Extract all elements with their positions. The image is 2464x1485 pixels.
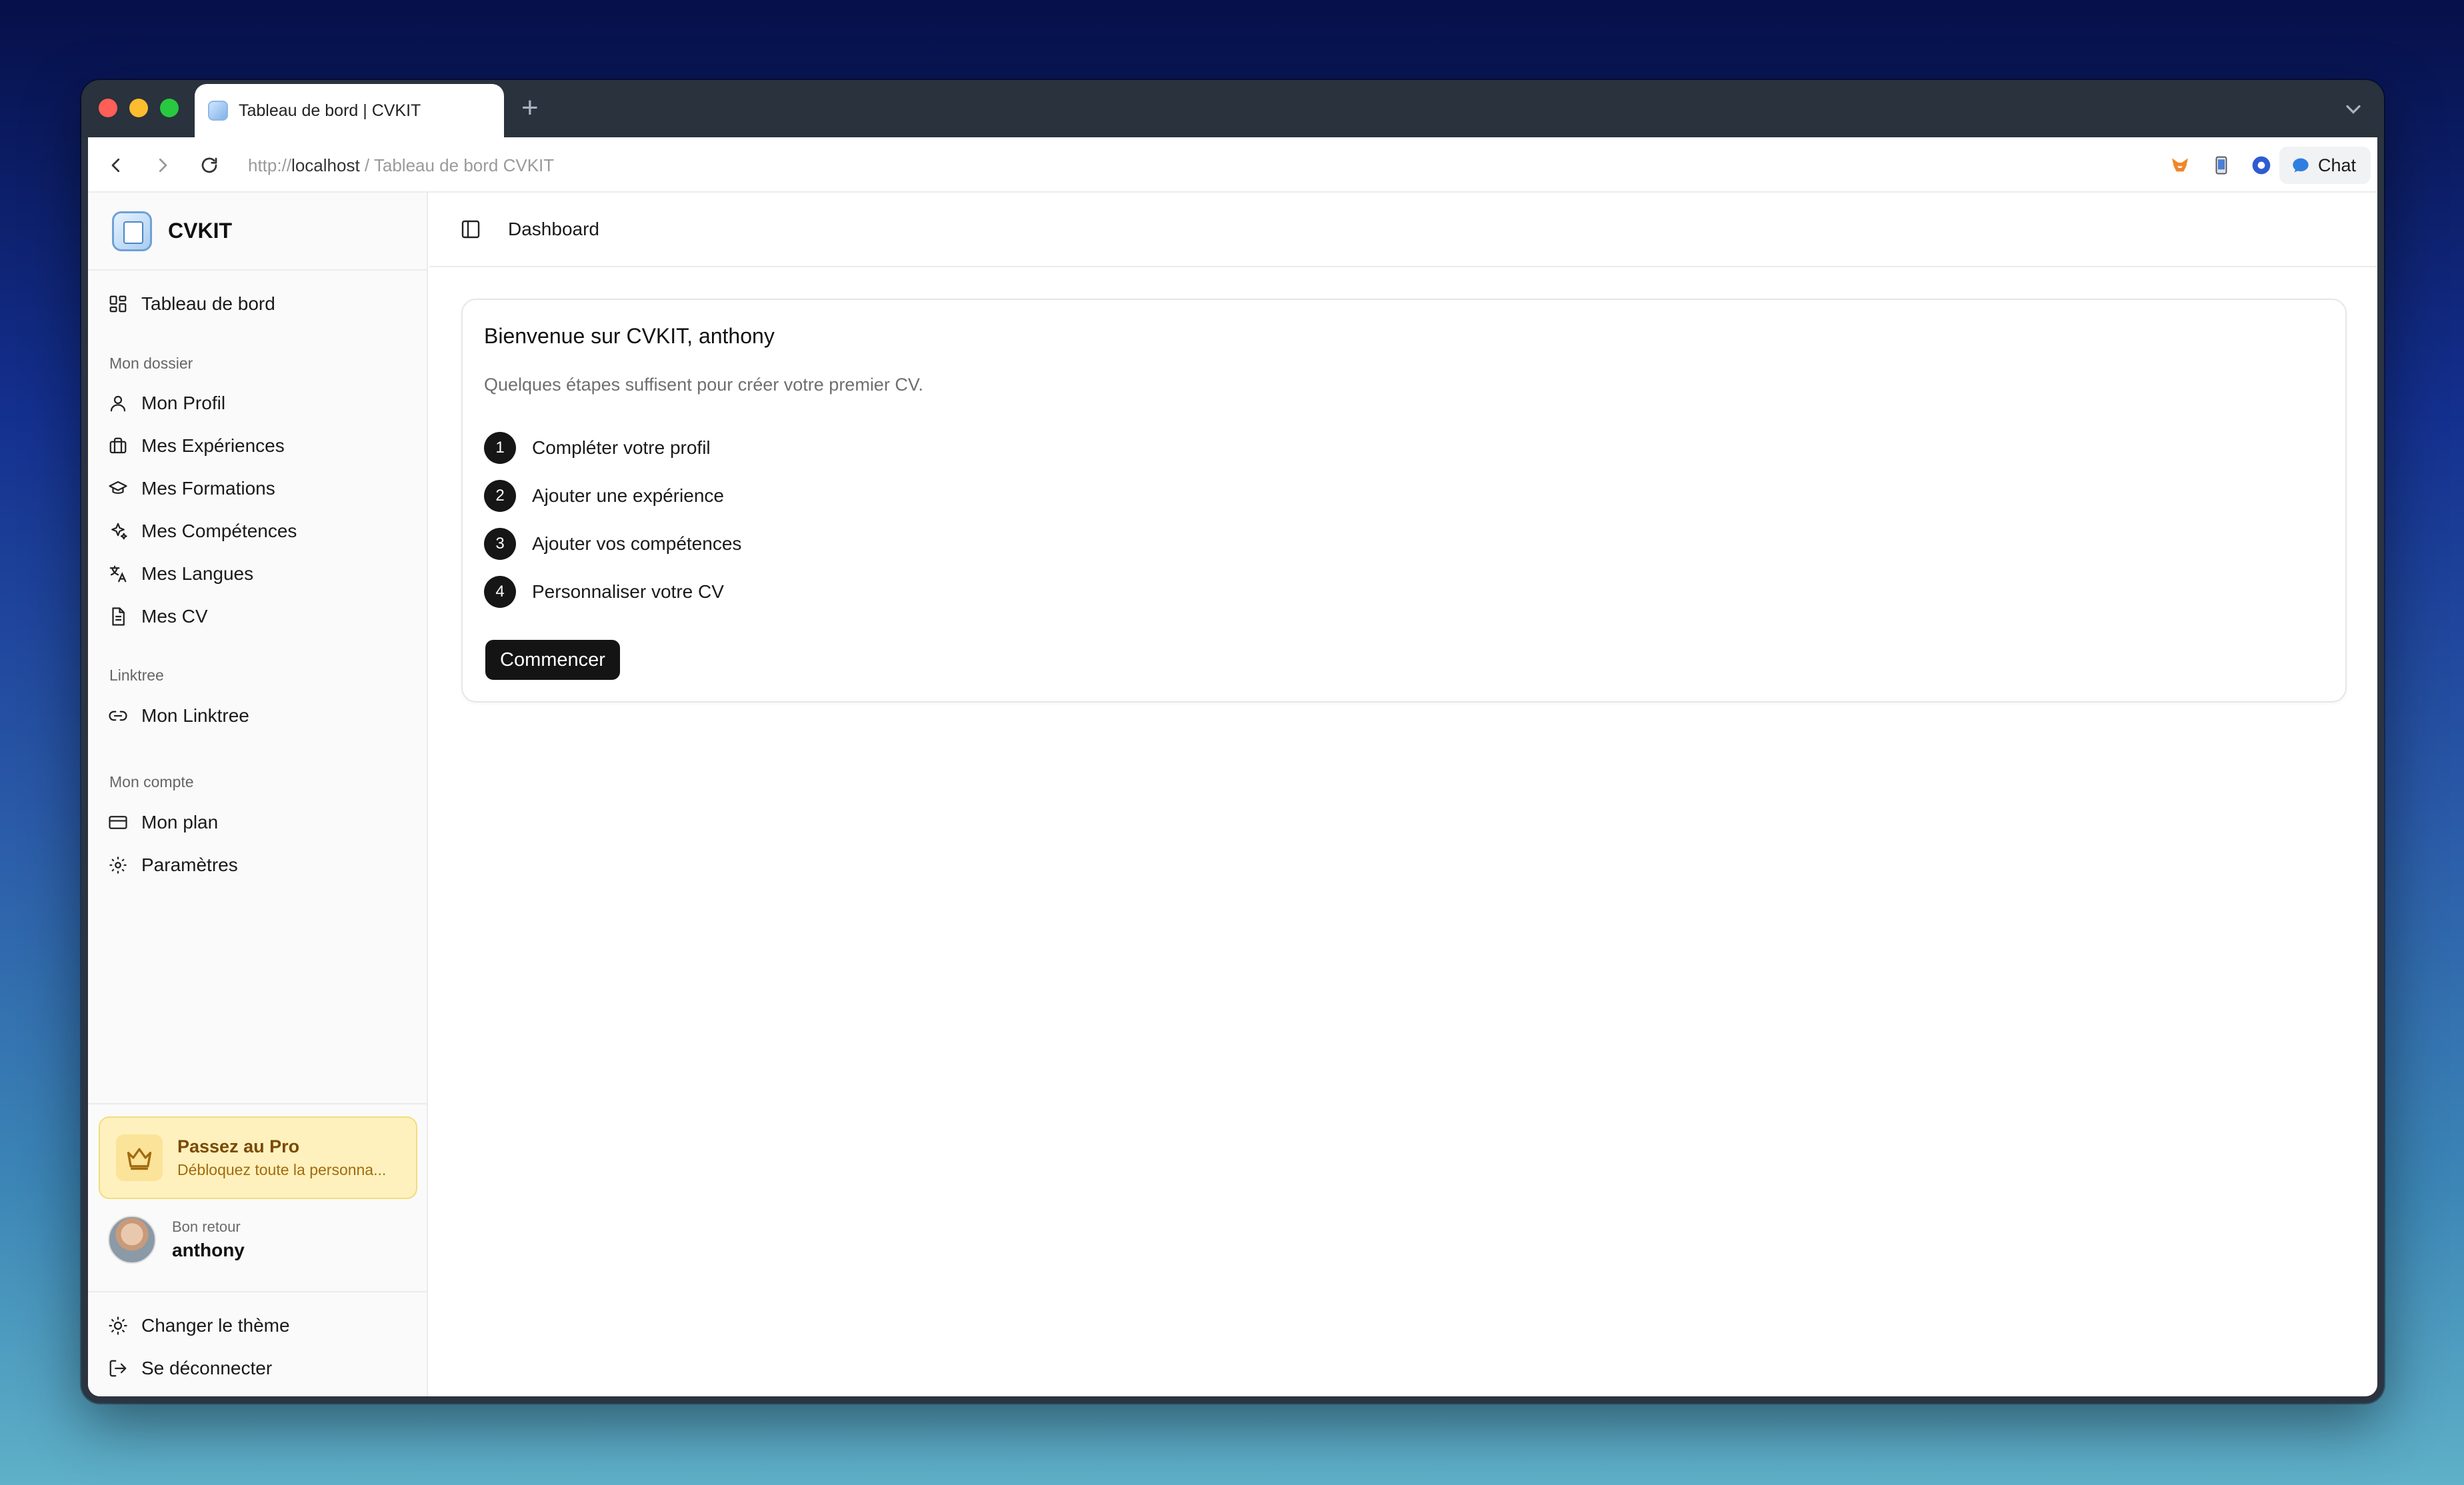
welcome-title: Bienvenue sur CVKIT, anthony [484,324,775,348]
crown-icon [116,1134,163,1181]
sidebar-item-label: Tableau de bord [141,293,275,314]
step-item: 3 Ajouter vos compétences [484,528,741,560]
chevron-down-icon[interactable] [2341,97,2365,121]
sun-icon [109,1316,127,1335]
sidebar-item-label: Mes CV [141,606,208,627]
sidebar-divider [88,1291,427,1292]
sidebar-item-plan[interactable]: Mon plan [108,804,218,841]
sidebar-item-profil[interactable]: Mon Profil [108,385,225,422]
minimize-window-button[interactable] [129,99,148,117]
fox-extension-icon[interactable] [2168,153,2192,177]
tab-active[interactable]: Tableau de bord | CVKIT [195,84,504,137]
sidebar-item-langues[interactable]: Mes Langues [108,555,253,593]
step-label: Personnaliser votre CV [532,581,724,602]
pro-subtitle: Débloquez toute la personna... [177,1161,387,1178]
user-profile[interactable]: Bon retour anthony [108,1216,245,1264]
dashboard-grid-icon [109,295,127,313]
step-item: 2 Ajouter une expérience [484,480,724,512]
user-icon [110,395,126,412]
step-item: 1 Compléter votre profil [484,432,711,464]
link-icon [109,711,127,721]
logout-label: Se déconnecter [141,1358,273,1378]
brand-logo-icon [112,211,152,251]
step-label: Compléter votre profil [532,437,711,458]
chat-button[interactable]: Chat [2279,147,2371,184]
step-label: Ajouter vos compétences [532,533,742,554]
file-text-icon [112,607,125,626]
sidebar-item-label: Mon Profil [141,393,226,413]
tab-title: Tableau de bord | CVKIT [239,101,421,120]
logout-button[interactable]: Se déconnecter [108,1350,272,1387]
step-number: 1 [484,432,516,464]
theme-label: Changer le thème [141,1315,290,1336]
user-greeting: Bon retour [172,1218,241,1235]
sidebar-divider [88,1103,427,1104]
back-icon[interactable] [103,152,129,179]
sidebar-item-label: Mon plan [141,812,219,832]
browser-window: Tableau de bord | CVKIT + http://localho… [81,80,2384,1403]
sidebar-item-label: Paramètres [141,854,238,875]
forward-icon[interactable] [149,152,176,179]
change-theme-button[interactable]: Changer le thème [108,1307,290,1344]
step-number: 2 [484,480,516,512]
chat-bubble-icon [2293,158,2309,173]
tab-strip: Tableau de bord | CVKIT + [81,80,2384,137]
step-label: Ajouter une expérience [532,485,724,506]
section-label-mon-dossier: Mon dossier [109,355,193,372]
step-item: 4 Personnaliser votre CV [484,576,724,608]
url-host: localhost [291,155,360,175]
credit-card-icon [109,816,127,829]
languages-icon [109,565,127,583]
main-header: Dashboard [429,193,2377,267]
sidebar-item-formations[interactable]: Mes Formations [108,470,275,507]
brand-name: CVKIT [168,219,232,243]
maximize-window-button[interactable] [160,99,179,117]
section-label-mon-compte: Mon compte [109,773,194,790]
browser-content: http://localhost / Tableau de bord CVKIT… [88,137,2377,1396]
welcome-card: Bienvenue sur CVKIT, anthony Quelques ét… [461,299,2347,703]
reload-icon[interactable] [196,152,223,179]
sidebar-item-dashboard[interactable]: Tableau de bord [108,285,275,323]
brand[interactable]: CVKIT [88,193,427,271]
sidebar-item-linktree[interactable]: Mon Linktree [108,697,249,735]
briefcase-icon [109,437,127,454]
sidebar-item-label: Mes Compétences [141,521,297,541]
url-scheme: http:// [248,155,292,175]
new-tab-icon[interactable]: + [521,92,539,124]
sidebar-item-label: Mon Linktree [141,705,249,726]
favicon-icon [208,101,228,121]
page-title: Dashboard [508,219,599,239]
close-window-button[interactable] [99,99,117,117]
user-name: anthony [172,1240,245,1260]
graduation-cap-icon [109,481,127,494]
blue-extension-icon[interactable] [2249,153,2273,177]
welcome-subtitle: Quelques étapes suffisent pour créer vot… [484,375,923,395]
sidebar: CVKIT Tableau de bord Mon dossier Mon Pr… [88,193,428,1396]
upgrade-pro-card[interactable]: Passez au Pro Débloquez toute la personn… [99,1116,417,1199]
start-button[interactable]: Commencer [485,640,620,680]
sidebar-item-cv[interactable]: Mes CV [108,598,208,635]
chat-label: Chat [2317,155,2356,175]
address-bar: http://localhost / Tableau de bord CVKIT… [88,137,2377,193]
url-field[interactable]: http://localhost / Tableau de bord CVKIT [248,151,554,180]
sidebar-item-parametres[interactable]: Paramètres [108,846,238,884]
section-label-linktree: Linktree [109,667,164,684]
logout-icon [109,1360,127,1377]
sidebar-item-label: Mes Expériences [141,435,285,456]
avatar [108,1216,156,1264]
sidebar-item-experiences[interactable]: Mes Expériences [108,427,285,465]
sidebar-item-label: Mes Langues [141,563,254,584]
sidebar-item-competences[interactable]: Mes Compétences [108,513,297,550]
device-extension-icon[interactable] [2209,153,2233,177]
sparkles-icon [111,523,127,540]
sidebar-item-label: Mes Formations [141,478,275,499]
url-path: / Tableau de bord CVKIT [359,155,555,175]
sidebar-toggle-icon[interactable] [460,219,481,240]
step-number: 4 [484,576,516,608]
gear-icon [109,856,127,874]
pro-title: Passez au Pro [177,1136,300,1156]
step-number: 3 [484,528,516,560]
